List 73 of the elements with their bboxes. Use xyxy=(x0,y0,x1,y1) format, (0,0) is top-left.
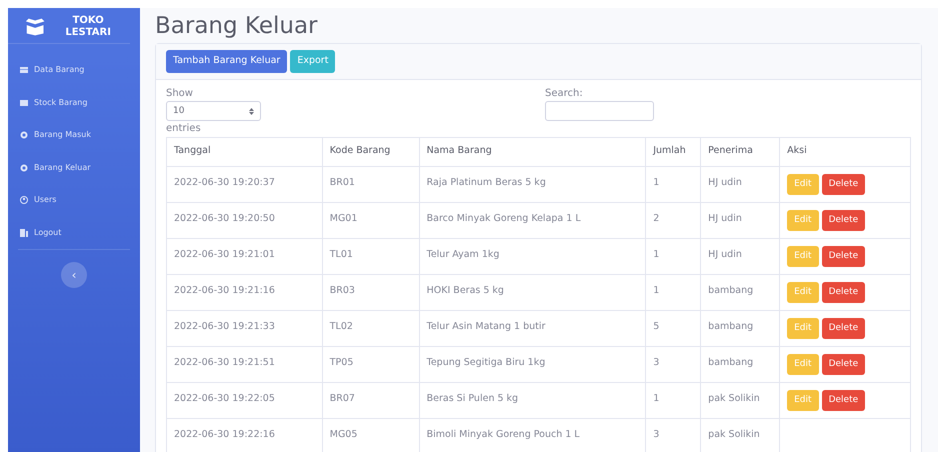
table-cell: Telur Asin Matang 1 butir xyxy=(419,310,646,346)
sort-caret-icon xyxy=(249,108,254,115)
table-cell: HJ udin xyxy=(700,166,780,202)
table-cell: MG01 xyxy=(322,202,420,238)
table-cell: 2022-06-30 19:22:16 xyxy=(166,418,322,452)
page-title: Barang Keluar xyxy=(155,14,319,40)
table-cell: Tepung Segitiga Biru 1kg xyxy=(419,346,646,382)
search-field[interactable] xyxy=(545,101,654,122)
table-cell: TP05 xyxy=(322,346,420,382)
table-cell: bambang xyxy=(700,310,780,346)
table-cell: Telur Ayam 1kg xyxy=(419,238,646,274)
delete-button[interactable]: Delete xyxy=(822,282,866,304)
box-logo-icon xyxy=(24,18,46,36)
delete-button[interactable]: Delete xyxy=(822,390,866,412)
entries-label: entries xyxy=(166,123,202,135)
sidebar-item[interactable]: Data Barang xyxy=(8,54,140,86)
table-cell: HOKI Beras 5 kg xyxy=(419,274,646,310)
brand-name: TOKO LESTARI xyxy=(64,14,112,38)
table-cell: bambang xyxy=(700,274,780,310)
user-icon xyxy=(20,196,28,204)
sidebar-toggle-button[interactable]: ‹ xyxy=(61,262,87,288)
table-cell: TL02 xyxy=(322,310,420,346)
sidebar-item[interactable]: Barang Keluar xyxy=(8,152,140,184)
table-cell: 5 xyxy=(646,310,701,346)
table-cell: 2022-06-30 19:21:51 xyxy=(166,346,322,382)
sidebar-item[interactable]: Stock Barang xyxy=(8,86,140,119)
table-cell: 2022-06-30 19:21:01 xyxy=(166,238,322,274)
table-cell: 2022-06-30 19:20:50 xyxy=(166,202,322,238)
export-button[interactable]: Export xyxy=(290,50,336,73)
table-cell: TL01 xyxy=(322,238,420,274)
table-cell: BR07 xyxy=(322,382,420,418)
delete-button[interactable]: Delete xyxy=(822,210,866,232)
table-cell: 2 xyxy=(646,202,701,238)
column-header: Penerima xyxy=(700,137,780,166)
entries-select[interactable]: 10 xyxy=(166,101,261,122)
column-header: Kode Barang xyxy=(322,137,420,166)
table-cell: bambang xyxy=(700,346,780,382)
table-cell: 2022-06-30 19:20:37 xyxy=(166,166,322,202)
sidebar-item[interactable]: Barang Masuk xyxy=(8,119,140,152)
show-label: Show xyxy=(166,88,194,100)
table-cell: 2022-06-30 19:21:33 xyxy=(166,310,322,346)
table-cell: 1 xyxy=(646,166,701,202)
table-icon xyxy=(20,66,28,74)
column-header: Aksi xyxy=(780,137,910,166)
table-cell: 2022-06-30 19:21:16 xyxy=(166,274,322,310)
search-label: Search: xyxy=(545,88,584,100)
table-cell: Beras Si Pulen 5 kg xyxy=(419,382,646,418)
table-cell: BR01 xyxy=(322,166,420,202)
table-cell: Barco Minyak Goreng Kelapa 1 L xyxy=(419,202,646,238)
column-header: Jumlah xyxy=(646,137,701,166)
table-cell: pak Solikin xyxy=(700,382,780,418)
column-header: Tanggal xyxy=(166,137,322,166)
table-cell: HJ udin xyxy=(700,202,780,238)
circle-icon xyxy=(20,131,28,140)
sidebar-item[interactable]: Logout xyxy=(8,216,140,249)
delete-button[interactable]: Delete xyxy=(822,246,866,268)
box-icon xyxy=(20,98,28,107)
table-cell: 1 xyxy=(646,382,701,418)
circle-icon xyxy=(20,164,28,172)
door-icon xyxy=(20,228,28,237)
column-header: Nama Barang xyxy=(419,137,646,166)
delete-button[interactable]: Delete xyxy=(822,174,866,196)
delete-button[interactable]: Delete xyxy=(822,354,866,376)
table-cell: 3 xyxy=(646,346,701,382)
sidebar-item[interactable]: Users xyxy=(8,184,140,216)
add-button[interactable]: Tambah Barang Keluar xyxy=(166,50,288,73)
table-cell: 1 xyxy=(646,274,701,310)
table-cell: 1 xyxy=(646,238,701,274)
delete-button[interactable]: Delete xyxy=(822,318,866,340)
table-cell: Raja Platinum Beras 5 kg xyxy=(419,166,646,202)
table-cell: BR03 xyxy=(322,274,420,310)
table-cell: HJ udin xyxy=(700,238,780,274)
table-cell: 2022-06-30 19:22:05 xyxy=(166,382,322,418)
